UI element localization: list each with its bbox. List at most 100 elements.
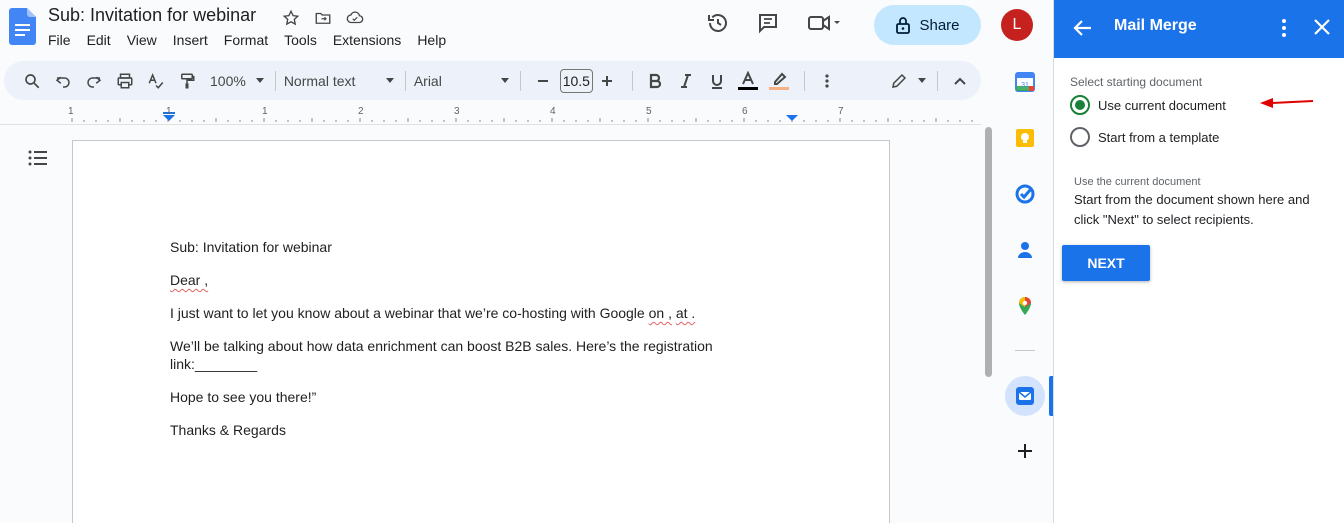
keep-icon[interactable] bbox=[1013, 126, 1037, 150]
header-actions bbox=[700, 5, 862, 41]
ruler-label: 1 bbox=[166, 106, 172, 117]
ruler-label: 4 bbox=[550, 106, 556, 117]
document-title[interactable]: Sub: Invitation for webinar bbox=[48, 5, 256, 26]
ruler-label: 7 bbox=[838, 106, 844, 117]
option-template[interactable]: Start from a template bbox=[1070, 127, 1219, 147]
version-history-icon[interactable] bbox=[700, 5, 736, 41]
radio-checked[interactable] bbox=[1070, 95, 1090, 115]
menu-extensions[interactable]: Extensions bbox=[333, 32, 409, 48]
spellcheck-icon[interactable] bbox=[142, 67, 170, 95]
document-page[interactable]: Sub: Invitation for webinar Dear , I jus… bbox=[72, 140, 890, 523]
docs-header: Sub: Invitation for webinar File Edit Vi… bbox=[0, 0, 1053, 58]
maps-icon[interactable] bbox=[1013, 294, 1037, 318]
more-options-icon[interactable] bbox=[813, 67, 841, 95]
avatar[interactable]: L bbox=[1001, 9, 1033, 41]
annotation-arrow-icon bbox=[1260, 98, 1314, 108]
calendar-icon[interactable]: 31 bbox=[1013, 70, 1037, 94]
document-body[interactable]: Sub: Invitation for webinar Dear , I jus… bbox=[170, 238, 730, 454]
highlight-color-icon[interactable] bbox=[765, 67, 793, 95]
tasks-icon[interactable] bbox=[1013, 182, 1037, 206]
paint-format-icon[interactable] bbox=[173, 67, 201, 95]
collapse-menus-icon[interactable] bbox=[946, 67, 974, 95]
print-icon[interactable] bbox=[111, 67, 139, 95]
comments-icon[interactable] bbox=[750, 5, 786, 41]
ruler-label: 1 bbox=[68, 106, 74, 117]
option-current-label: Use current document bbox=[1098, 97, 1226, 113]
ruler-ticks bbox=[71, 112, 973, 122]
add-addon-icon[interactable] bbox=[1013, 439, 1037, 463]
toolbar-divider bbox=[631, 70, 633, 91]
help-label: Use the current document bbox=[1074, 176, 1201, 188]
menu-view[interactable]: View bbox=[127, 32, 165, 48]
chevron-down-icon bbox=[385, 78, 394, 83]
meet-icon[interactable] bbox=[800, 5, 848, 41]
zoom-value: 100% bbox=[210, 72, 246, 89]
decrease-font-size-icon[interactable] bbox=[529, 67, 557, 95]
right-indent-marker bbox=[786, 115, 798, 121]
docs-logo-icon[interactable] bbox=[9, 8, 36, 45]
greeting-text: Dear , bbox=[170, 272, 209, 288]
doc-paragraph-3: Hope to see you there!” bbox=[170, 389, 317, 405]
font-value: Arial bbox=[413, 72, 442, 89]
editing-mode-select[interactable] bbox=[890, 67, 926, 95]
back-arrow-icon[interactable] bbox=[1072, 17, 1094, 44]
toolbar-divider bbox=[936, 70, 938, 91]
placeholder-at: at . bbox=[675, 305, 696, 321]
bold-icon[interactable] bbox=[641, 67, 669, 95]
horizontal-ruler[interactable]: 1 1 1 2 3 4 5 6 7 bbox=[0, 105, 981, 125]
menu-format[interactable]: Format bbox=[224, 32, 276, 48]
share-label: Share bbox=[919, 16, 960, 34]
contacts-icon[interactable] bbox=[1013, 238, 1037, 262]
doc-subject-line: Sub: Invitation for webinar bbox=[170, 239, 332, 255]
style-select[interactable]: Normal text bbox=[284, 67, 394, 95]
underline-icon[interactable] bbox=[703, 67, 731, 95]
undo-icon[interactable] bbox=[49, 67, 77, 95]
section-label: Select starting document bbox=[1070, 75, 1203, 89]
radio-unchecked[interactable] bbox=[1070, 127, 1090, 147]
scrollbar-thumb[interactable] bbox=[985, 127, 992, 377]
font-size-input[interactable]: 10.5 bbox=[559, 68, 593, 93]
doc-paragraph-2: We’ll be talking about how data enrichme… bbox=[170, 338, 713, 372]
share-button[interactable]: Share bbox=[874, 5, 981, 45]
title-actions bbox=[280, 7, 366, 29]
lock-icon bbox=[896, 17, 911, 34]
menu-help[interactable]: Help bbox=[417, 32, 454, 48]
search-menus-icon[interactable] bbox=[18, 67, 46, 95]
zoom-select[interactable]: 100% bbox=[210, 67, 264, 95]
more-vert-icon[interactable] bbox=[1274, 17, 1294, 44]
side-divider bbox=[1015, 350, 1035, 351]
toolbar-divider bbox=[274, 70, 276, 91]
ruler-label: 5 bbox=[646, 106, 652, 117]
formatting-toolbar: 100% Normal text Arial 10.5 bbox=[4, 61, 981, 100]
menu-file[interactable]: File bbox=[48, 32, 79, 48]
placeholder-on: on , bbox=[648, 305, 672, 321]
redo-icon[interactable] bbox=[80, 67, 108, 95]
document-canvas: Sub: Invitation for webinar Dear , I jus… bbox=[0, 124, 981, 523]
mail-merge-panel: Mail Merge Select starting document Use … bbox=[1053, 0, 1344, 523]
italic-icon[interactable] bbox=[672, 67, 700, 95]
side-panel-strip: 31 bbox=[997, 58, 1053, 523]
ruler-label: 1 bbox=[262, 106, 268, 117]
menu-tools[interactable]: Tools bbox=[284, 32, 325, 48]
mail-merge-addon-icon[interactable] bbox=[1005, 376, 1045, 416]
toolbar-divider bbox=[404, 70, 406, 91]
document-outline-icon[interactable] bbox=[28, 149, 48, 172]
doc-paragraph-1: I just want to let you know about a webi… bbox=[170, 304, 730, 322]
menu-edit[interactable]: Edit bbox=[87, 32, 119, 48]
move-folder-icon[interactable] bbox=[312, 7, 334, 29]
option-template-label: Start from a template bbox=[1098, 129, 1220, 145]
next-button[interactable]: NEXT bbox=[1062, 245, 1150, 281]
cloud-saved-icon[interactable] bbox=[344, 7, 366, 29]
toolbar-divider bbox=[803, 70, 805, 91]
increase-font-size-icon[interactable] bbox=[593, 67, 621, 95]
star-icon[interactable] bbox=[280, 7, 302, 29]
help-text: Start from the document shown here and c… bbox=[1074, 192, 1310, 227]
option-current-document[interactable]: Use current document bbox=[1070, 95, 1226, 115]
close-icon[interactable] bbox=[1312, 17, 1332, 42]
menu-insert[interactable]: Insert bbox=[173, 32, 216, 48]
panel-title: Mail Merge bbox=[1114, 17, 1197, 34]
text-color-icon[interactable] bbox=[734, 67, 762, 95]
panel-header: Mail Merge bbox=[1054, 0, 1344, 58]
font-select[interactable]: Arial bbox=[414, 67, 509, 95]
chevron-down-icon bbox=[255, 78, 264, 83]
